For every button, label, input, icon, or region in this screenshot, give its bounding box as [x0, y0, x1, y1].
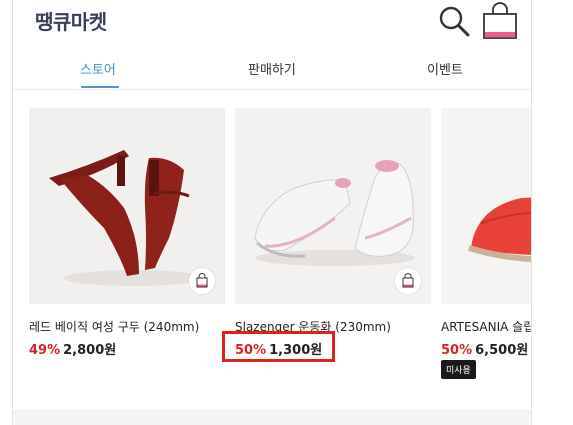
- tab-sell[interactable]: 판매하기: [248, 59, 296, 78]
- top-tabs: 스토어 판매하기 이벤트: [13, 52, 531, 90]
- bottom-section-divider: [13, 410, 531, 425]
- app-logo[interactable]: 땡큐마켓: [35, 6, 107, 35]
- product-image[interactable]: [29, 108, 225, 304]
- product-price: 2,800원: [63, 343, 117, 358]
- product-name[interactable]: 레드 베이직 여성 구두 (240mm): [29, 318, 199, 335]
- product-price: 6,500원: [475, 343, 529, 358]
- product-image[interactable]: [235, 108, 431, 304]
- tab-event[interactable]: 이벤트: [427, 59, 463, 78]
- price-highlight-box: [222, 331, 335, 362]
- tab-store[interactable]: 스토어: [80, 59, 116, 78]
- product-price-row: 49% 2,800원: [29, 339, 116, 358]
- product-name[interactable]: ARTESANIA 슬립: [441, 318, 531, 335]
- active-tab-indicator: [81, 86, 119, 88]
- search-icon[interactable]: [437, 4, 471, 38]
- shopping-bag-icon[interactable]: [482, 2, 518, 40]
- product-image[interactable]: [441, 108, 531, 304]
- discount-rate: 50%: [441, 343, 473, 358]
- shopping-bag-icon: [196, 273, 208, 288]
- add-to-cart-button[interactable]: [189, 268, 215, 294]
- header-divider: [13, 89, 531, 90]
- product-price-row: 50% 6,500원: [441, 339, 528, 358]
- add-to-cart-button[interactable]: [395, 268, 421, 294]
- condition-badge: 미사용: [441, 360, 476, 379]
- discount-rate: 49%: [29, 343, 61, 358]
- shopping-bag-icon: [402, 273, 414, 288]
- red-espadrille-image: [441, 108, 531, 304]
